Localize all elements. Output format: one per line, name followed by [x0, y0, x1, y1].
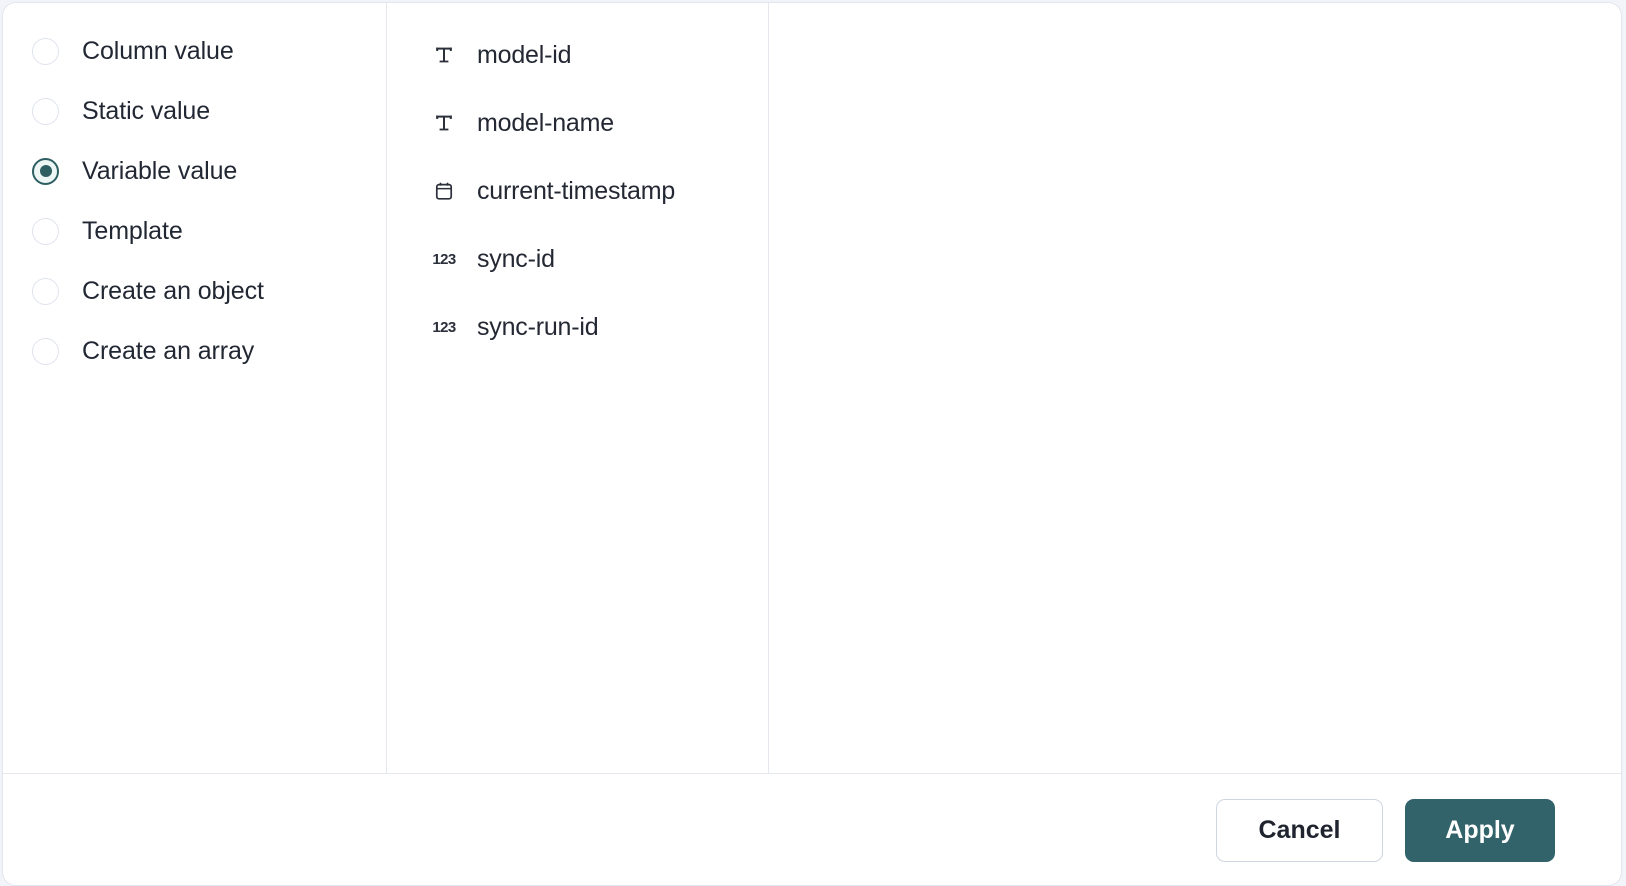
- variable-item-label: sync-id: [477, 244, 555, 273]
- variable-item-label: sync-run-id: [477, 312, 599, 341]
- number-type-icon: 123: [431, 314, 457, 340]
- source-option-label: Variable value: [82, 156, 238, 185]
- variable-item-label: model-name: [477, 108, 614, 137]
- source-option-label: Static value: [82, 96, 211, 125]
- radio-icon[interactable]: [32, 37, 59, 65]
- variable-item-sync-id[interactable]: 123 sync-id: [387, 225, 768, 293]
- source-option-column-value[interactable]: Column value: [3, 21, 386, 81]
- source-option-label: Create an array: [82, 336, 255, 365]
- variable-item-model-name[interactable]: model-name: [387, 89, 768, 157]
- source-option-label: Column value: [82, 36, 234, 65]
- number-type-icon: 123: [431, 246, 457, 272]
- value-source-dialog: Column value Static value Variable value…: [2, 2, 1622, 886]
- radio-icon[interactable]: [32, 97, 59, 125]
- variable-item-label: current-timestamp: [477, 176, 676, 205]
- dialog-footer: Cancel Apply: [3, 773, 1621, 885]
- source-option-variable-value[interactable]: Variable value: [3, 141, 386, 201]
- radio-icon[interactable]: [32, 217, 59, 245]
- source-option-create-an-array[interactable]: Create an array: [3, 321, 386, 381]
- variable-item-current-timestamp[interactable]: current-timestamp: [387, 157, 768, 225]
- variable-item-label: model-id: [477, 40, 572, 69]
- source-type-column: Column value Static value Variable value…: [3, 3, 386, 773]
- source-option-label: Template: [82, 216, 183, 245]
- calendar-icon: [431, 178, 457, 204]
- number-type-icon-glyph: 123: [432, 318, 456, 336]
- detail-column: [768, 3, 1621, 773]
- radio-selected-icon[interactable]: [32, 157, 59, 185]
- cancel-button[interactable]: Cancel: [1216, 799, 1383, 862]
- text-type-icon: [431, 42, 457, 68]
- source-option-create-an-object[interactable]: Create an object: [3, 261, 386, 321]
- variable-item-model-id[interactable]: model-id: [387, 21, 768, 89]
- number-type-icon-glyph: 123: [432, 250, 456, 268]
- dialog-columns: Column value Static value Variable value…: [3, 3, 1621, 773]
- source-option-label: Create an object: [82, 276, 264, 305]
- variable-list-column: model-id model-name current-timestamp 12…: [386, 3, 768, 773]
- source-option-template[interactable]: Template: [3, 201, 386, 261]
- variable-item-sync-run-id[interactable]: 123 sync-run-id: [387, 293, 768, 361]
- text-type-icon: [431, 110, 457, 136]
- source-option-static-value[interactable]: Static value: [3, 81, 386, 141]
- apply-button[interactable]: Apply: [1405, 799, 1555, 862]
- radio-icon[interactable]: [32, 337, 59, 365]
- radio-icon[interactable]: [32, 277, 59, 305]
